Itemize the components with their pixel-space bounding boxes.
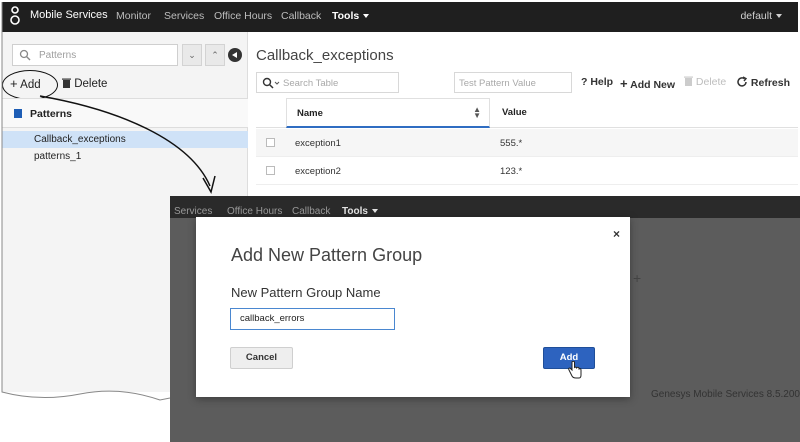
- pattern-group-name-label: New Pattern Group Name: [231, 285, 381, 300]
- cancel-button[interactable]: Cancel: [230, 347, 293, 369]
- pattern-group-name-input[interactable]: callback_errors: [230, 308, 395, 330]
- version-footer: Genesys Mobile Services 8.5.200.0: [651, 389, 800, 400]
- hand-cursor-icon: [568, 361, 582, 379]
- dialog-title: Add New Pattern Group: [231, 245, 423, 265]
- close-icon[interactable]: ×: [613, 227, 620, 241]
- add-pattern-group-dialog: × Add New Pattern Group New Pattern Grou…: [196, 217, 630, 397]
